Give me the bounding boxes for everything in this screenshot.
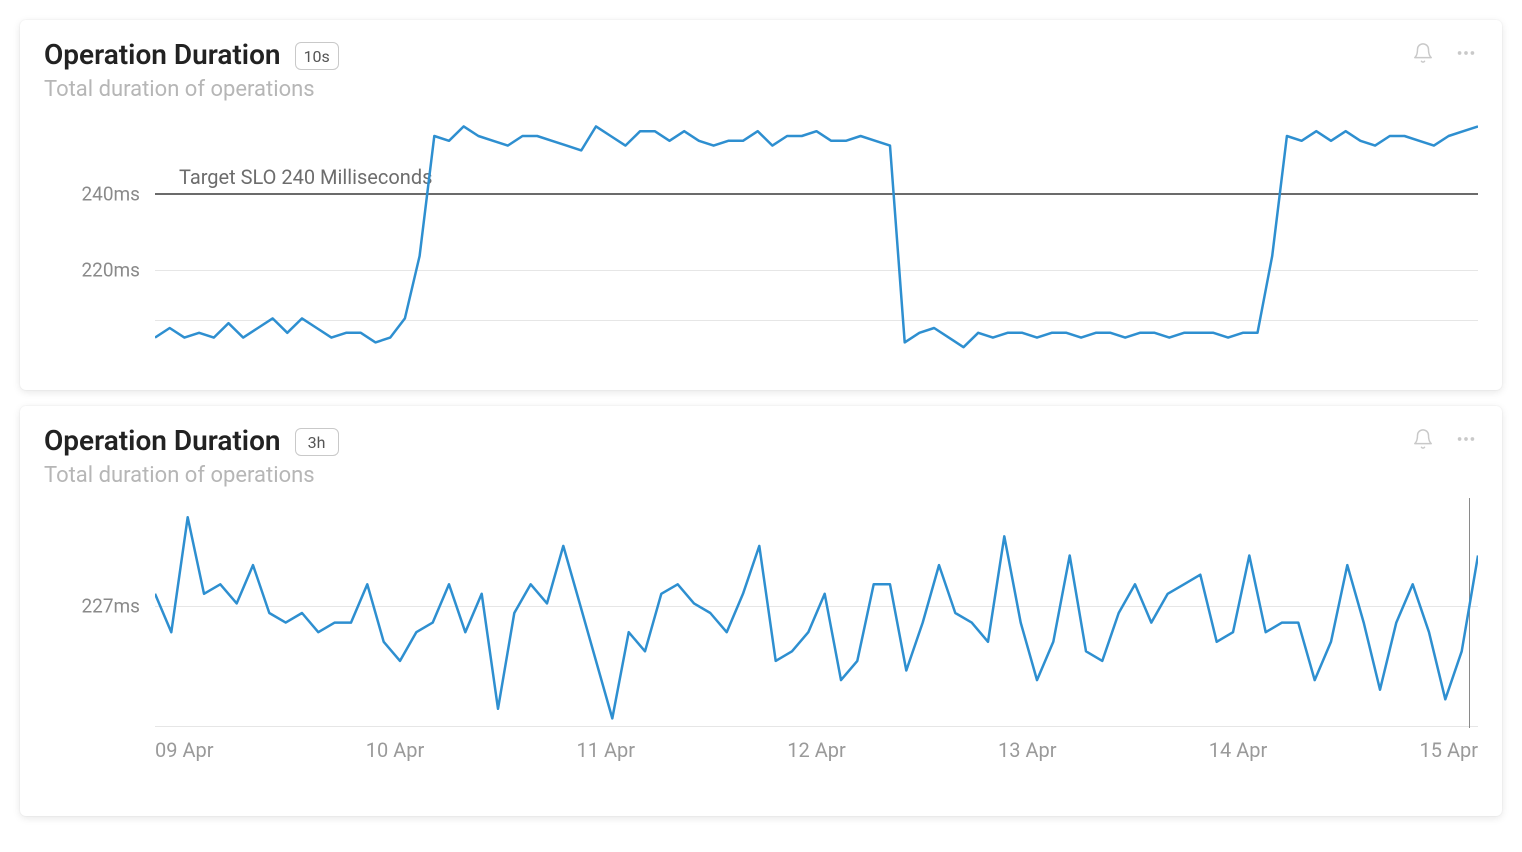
more-icon[interactable] — [1454, 42, 1478, 64]
panel-header: Operation Duration 3h — [20, 406, 1502, 457]
x-tick-label: 09 Apr — [155, 738, 214, 762]
x-axis-labels: 09 Apr 10 Apr 11 Apr 12 Apr 13 Apr 14 Ap… — [20, 728, 1502, 780]
interval-badge[interactable]: 10s — [295, 42, 339, 70]
chart-panel-0: Operation Duration 10s Total duration of… — [20, 20, 1502, 390]
panel-actions — [1412, 428, 1478, 450]
interval-badge[interactable]: 3h — [295, 428, 339, 456]
more-icon[interactable] — [1454, 428, 1478, 450]
x-tick-label: 12 Apr — [787, 738, 846, 762]
line-series — [155, 498, 1478, 728]
plot-1[interactable] — [155, 498, 1478, 728]
x-tick-label: 14 Apr — [1209, 738, 1268, 762]
line-series — [155, 112, 1478, 352]
bell-icon[interactable] — [1412, 42, 1434, 64]
chart-title: Operation Duration — [44, 38, 281, 71]
x-tick-label: 15 Apr — [1420, 738, 1479, 762]
chart-panel-1: Operation Duration 3h Total duration of … — [20, 406, 1502, 816]
chart-area-0: 240ms 220ms Target SLO 240 Milliseconds — [20, 112, 1502, 352]
chart-subtitle: Total duration of operations — [20, 457, 1502, 488]
panel-actions — [1412, 42, 1478, 64]
bell-icon[interactable] — [1412, 428, 1434, 450]
y-tick-label: 240ms — [81, 183, 140, 206]
y-tick-label: 220ms — [81, 259, 140, 282]
panel-header: Operation Duration 10s — [20, 20, 1502, 71]
x-tick-label: 10 Apr — [366, 738, 425, 762]
chart-title: Operation Duration — [44, 424, 281, 457]
x-tick-label: 11 Apr — [577, 738, 636, 762]
chart-subtitle: Total duration of operations — [20, 71, 1502, 102]
plot-0[interactable]: Target SLO 240 Milliseconds — [155, 112, 1478, 352]
y-tick-label: 227ms — [81, 595, 140, 618]
chart-area-1: 227ms — [20, 498, 1502, 728]
x-tick-label: 13 Apr — [998, 738, 1057, 762]
